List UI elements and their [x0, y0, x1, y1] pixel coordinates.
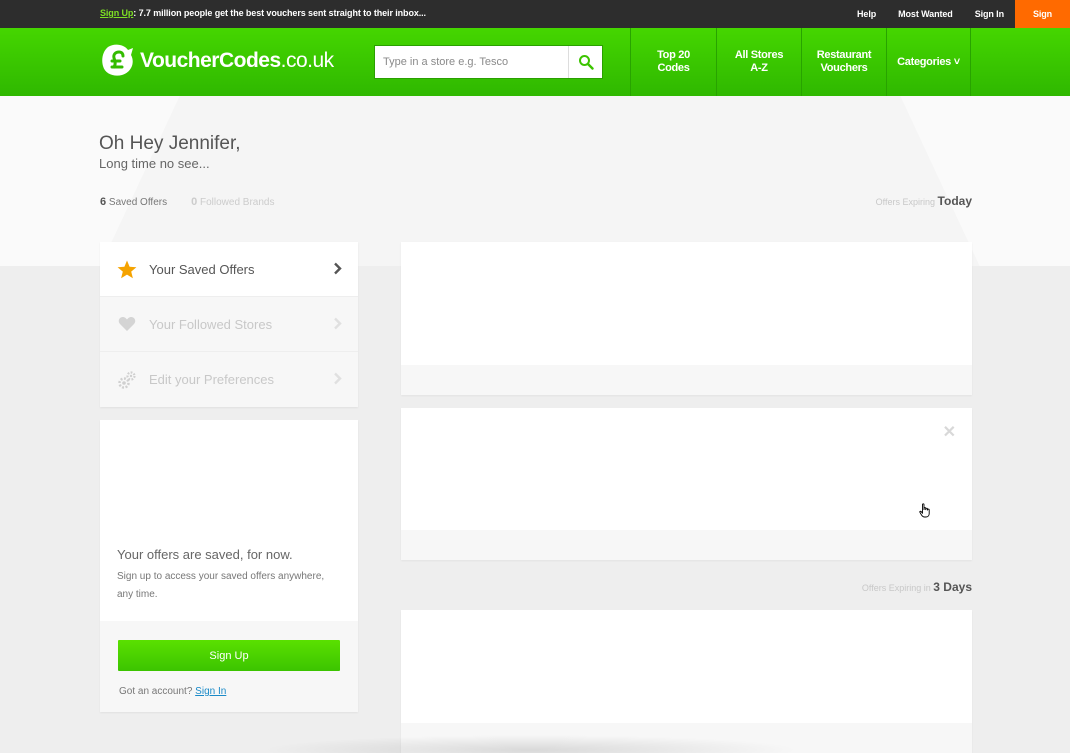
offer-card[interactable]: [401, 610, 972, 753]
chevron-right-icon: [333, 372, 342, 388]
signup-prompt-title: Your offers are saved, for now.: [117, 547, 293, 562]
followed-brands-count: 0: [191, 196, 198, 208]
greeting-subtitle: Long time no see...: [99, 156, 210, 171]
nav-top-20-codes[interactable]: Top 20 Codes: [630, 28, 716, 96]
decor-shape: [0, 96, 180, 266]
saved-offers-stat[interactable]: 6 Saved Offers: [100, 196, 167, 208]
chevron-right-icon: [333, 317, 342, 333]
sign-in-link[interactable]: Sign In: [975, 9, 1004, 19]
offer-card[interactable]: [401, 242, 972, 395]
menu-item-edit-preferences[interactable]: Edit your Preferences: [100, 352, 358, 407]
heart-icon: [117, 314, 137, 334]
promo-signup-link[interactable]: Sign Up: [100, 8, 133, 18]
signup-prompt-button[interactable]: Sign Up: [118, 640, 340, 671]
account-stats: 6 Saved Offers 0 Followed Brands: [100, 196, 274, 208]
nav-label: Vouchers: [820, 62, 868, 74]
followed-brands-stat[interactable]: 0 Followed Brands: [191, 196, 274, 208]
search-input[interactable]: [375, 46, 569, 78]
help-link[interactable]: Help: [857, 9, 876, 19]
logo-mark-icon: [100, 44, 136, 78]
nav-label: Categories ˅: [897, 55, 960, 68]
most-wanted-link[interactable]: Most Wanted: [898, 9, 953, 19]
hero-background: [0, 96, 1070, 266]
expiring-today-heading: Offers Expiring Today: [876, 194, 972, 208]
offer-card-footer: [401, 530, 972, 560]
nav-label: Restaurant: [816, 49, 872, 61]
expiring-prefix: Offers Expiring: [875, 197, 936, 207]
signin-prompt: Got an account? Sign In: [119, 686, 226, 697]
decor-shadow: [260, 735, 800, 753]
logo-text-bold: VoucherCodes: [140, 49, 281, 72]
expiring-prefix: Offers Expiring in: [861, 583, 931, 593]
chevron-right-icon: [333, 262, 342, 278]
nav-all-stores[interactable]: All Stores A-Z: [716, 28, 801, 96]
menu-item-followed-stores[interactable]: Your Followed Stores: [100, 297, 358, 352]
logo-text-domain: .co.uk: [280, 49, 335, 72]
greeting-title: Oh Hey Jennifer,: [99, 133, 241, 154]
signup-prompt-card: Your offers are saved, for now. Sign up …: [100, 420, 358, 712]
signin-prompt-text: Got an account?: [119, 686, 193, 697]
nav-label: All Stores: [734, 49, 784, 61]
search-icon: [578, 55, 594, 70]
menu-item-saved-offers[interactable]: Your Saved Offers: [100, 242, 358, 297]
main-nav: Top 20 Codes All Stores A-Z Restaurant Vouc…: [630, 28, 971, 96]
search-button[interactable]: [568, 46, 602, 78]
saved-offers-count: 6: [100, 196, 107, 208]
saved-offers-label: Saved Offers: [108, 197, 168, 208]
menu-item-label: Edit your Preferences: [149, 372, 275, 387]
hand-cursor-icon: [919, 503, 931, 523]
signup-prompt-body: Sign up to access your saved offers anyw…: [117, 571, 325, 600]
site-logo[interactable]: VoucherCodes.co.uk: [100, 44, 334, 78]
gears-icon: [117, 370, 137, 390]
menu-item-label: Your Saved Offers: [149, 261, 255, 277]
offer-card-footer: [401, 365, 972, 395]
main-header: VoucherCodes.co.uk Top 20Codes All Store…: [0, 28, 1070, 96]
sign-up-button[interactable]: Sign Up: [1015, 0, 1070, 47]
menu-item-label: Your Followed Stores: [149, 316, 273, 332]
top-bar: Sign Up: 7.7 million people get the best…: [0, 0, 1070, 47]
promo-text: : 7.7 million people get the best vouche…: [133, 8, 426, 18]
nav-label: Codes: [657, 62, 690, 74]
offer-card[interactable]: ✕: [401, 408, 972, 560]
expiring-value: 3 Days: [933, 580, 972, 594]
close-icon[interactable]: ✕: [943, 422, 956, 442]
decor-shape: [900, 96, 1070, 266]
signin-prompt-link[interactable]: Sign In: [195, 686, 226, 697]
nav-categories-dropdown[interactable]: Categories ˅: [886, 28, 971, 96]
nav-label: A-Z: [750, 62, 768, 74]
promo-banner: Sign Up: 7.7 million people get the best…: [100, 8, 426, 18]
expiring-3-days-heading: Offers Expiring in 3 Days: [862, 580, 972, 594]
account-menu: Your Saved Offers Your Followed Stores E…: [100, 242, 358, 407]
top-links: Help Most Wanted Sign In Sign Up: [857, 0, 1070, 47]
star-icon: [117, 259, 137, 279]
expiring-value: Today: [937, 194, 972, 208]
search-box: [374, 45, 603, 79]
nav-label: Top 20: [657, 49, 690, 61]
followed-brands-label: Followed Brands: [200, 197, 275, 208]
nav-restaurant-vouchers[interactable]: Restaurant Vouchers: [801, 28, 886, 96]
